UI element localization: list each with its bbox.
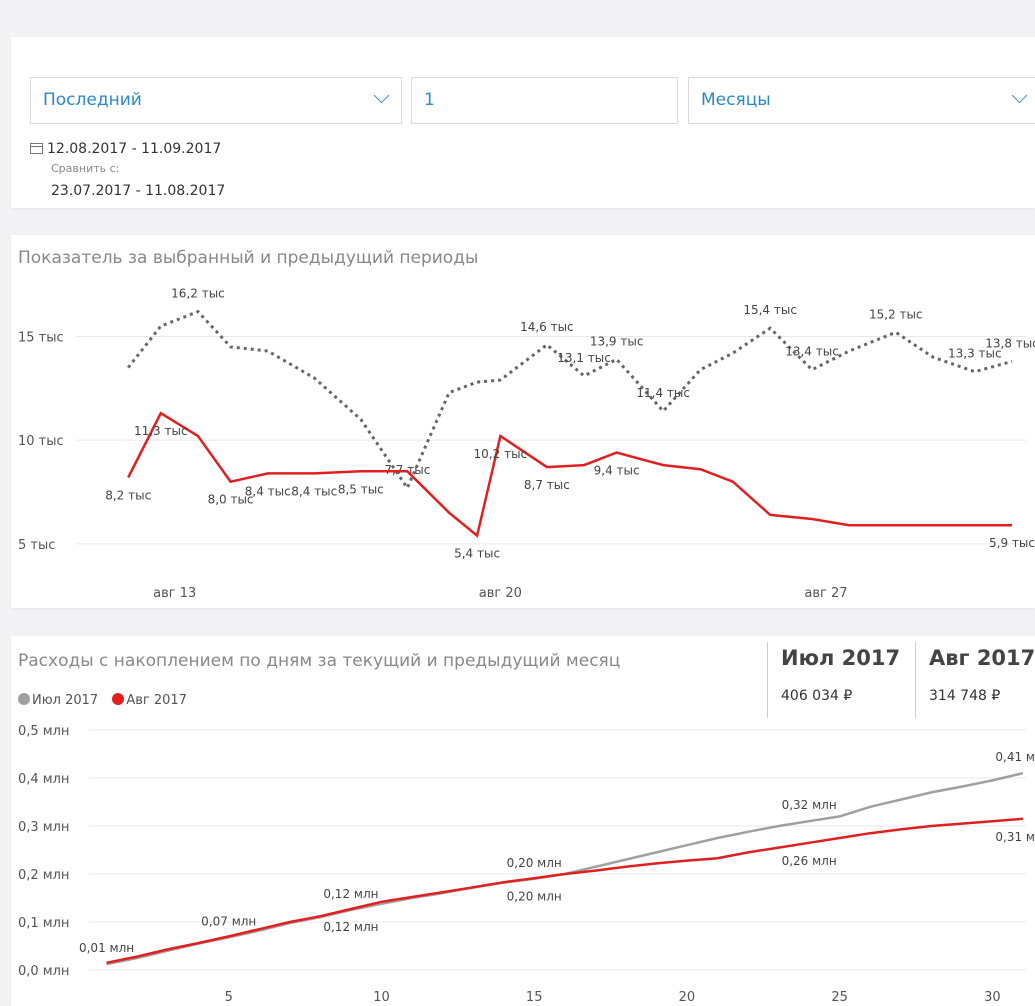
data-label: 0,41 млн [995,750,1035,764]
period-unit-value: Месяцы [701,90,771,110]
data-label: 0,07 млн [201,914,256,928]
x-tick-label: 25 [831,990,848,1005]
period-select-value: Последний [43,90,142,110]
x-tick-label: 30 [984,990,1001,1005]
compare-range: 23.07.2017 - 11.08.2017 [51,183,226,199]
cumulative-line-chart: 0,0 млн 0,1 млн 0,2 млн 0,3 млн 0,4 млн 0,5 м… [18,724,1035,1005]
data-label: 8,4 тыс [291,484,337,498]
y-tick-label: 0,4 млн [18,772,69,787]
data-label: 5,4 тыс [454,547,500,561]
y-tick-label: 10 тыс [18,434,64,449]
y-tick-label: 0,0 млн [18,964,69,979]
x-tick-label: авг 13 [153,586,196,601]
data-label: 13,1 тыс [557,351,611,365]
period-count-input[interactable]: 1 [411,77,678,124]
y-tick-label: 0,3 млн [18,820,69,835]
data-label: 13,8 тыс [985,336,1035,350]
data-label: 7,7 тыс [384,463,430,477]
compare-label: Сравнить с: [51,162,120,175]
data-label: 11,4 тыс [636,386,690,400]
data-label: 14,6 тыс [520,320,574,334]
period-count-value: 1 [424,90,435,110]
data-label: 8,2 тыс [105,489,151,503]
data-label: 0,26 млн [782,854,837,868]
series-line [106,817,1023,965]
series-line [127,309,1013,491]
x-tick-label: 5 [225,990,233,1005]
data-label: 0,32 млн [782,798,837,812]
y-tick-label: 0,5 млн [18,724,69,739]
data-label: 5,9 тыс [989,536,1035,550]
chevron-down-icon [1011,87,1028,104]
data-label: 9,4 тыс [594,464,640,478]
chevron-down-icon [373,87,390,104]
data-label: 13,9 тыс [590,334,644,348]
period-select[interactable]: Последний [30,77,402,124]
x-tick-label: 15 [526,990,543,1005]
date-range[interactable]: 12.08.2017 - 11.09.2017 [30,141,221,157]
y-tick-label: 5 тыс [18,538,55,553]
series-line [106,771,1024,966]
series-line [127,411,1012,538]
calendar-icon [30,143,43,154]
data-label: 0,20 млн [507,856,562,870]
indicator-chart-card: Показатель за выбранный и предыдущий пер… [11,235,1035,608]
x-tick-label: авг 27 [804,586,847,601]
data-label: 8,7 тыс [524,478,570,492]
data-label: 8,5 тыс [338,482,384,496]
period-filter-card: Последний 1 Месяцы 12.08.2017 - 11.09.20… [11,37,1035,208]
y-tick-label: 0,1 млн [18,916,69,931]
data-label: 13,4 тыс [785,345,839,359]
data-label: 15,2 тыс [869,307,923,321]
data-label: 10,2 тыс [474,447,528,461]
x-tick-label: 10 [373,990,390,1005]
date-range-text: 12.08.2017 - 11.09.2017 [47,141,222,157]
indicator-line-chart: 5 тыс 10 тыс 15 тыс авг 13 авг 20 авг 27 16,2 … [18,287,1035,601]
data-label: 15,4 тыс [743,303,797,317]
data-label: 8,4 тыс [245,484,291,498]
data-label: 11,3 тыс [134,424,188,438]
data-label: 0,01 млн [79,941,134,955]
y-tick-label: 0,2 млн [18,868,69,883]
y-tick-label: 15 тыс [18,330,64,345]
data-label: 0,20 млн [507,889,562,903]
cumulative-chart-card: Расходы с накоплением по дням за текущий… [11,636,1035,1006]
x-tick-label: 20 [679,990,696,1005]
period-unit-select[interactable]: Месяцы [688,77,1035,124]
data-label: 0,12 млн [323,920,378,934]
x-tick-label: авг 20 [479,586,522,601]
data-label: 0,12 млн [323,887,378,901]
data-label: 16,2 тыс [171,287,225,301]
data-label: 0,31 млн [995,830,1035,844]
